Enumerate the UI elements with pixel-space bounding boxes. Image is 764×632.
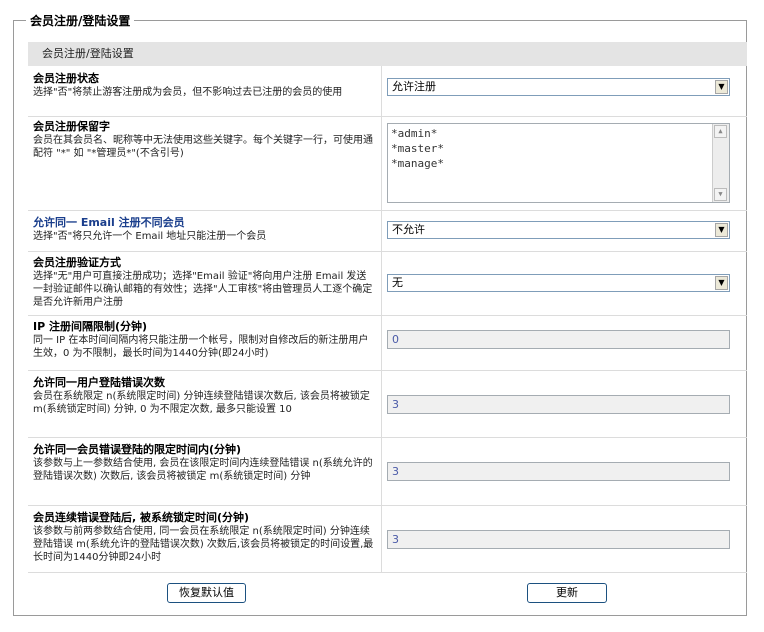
select-value: 允许注册	[392, 80, 436, 93]
scroll-down-icon[interactable]: ▼	[714, 188, 727, 201]
setting-row-verify-method: 会员注册验证方式 选择"无"用户可直接注册成功；选择"Email 验证"将向用户…	[28, 252, 747, 316]
setting-row-error-window: 允许同一会员错误登陆的限定时间内(分钟) 该参数与上一参数结合使用, 会员在该限…	[28, 438, 747, 506]
setting-row-login-errors: 允许同一用户登陆错误次数 会员在系统限定 n(系统限定时间) 分钟连续登陆错误次…	[28, 371, 747, 438]
textarea-scrollbar[interactable]: ▲ ▼	[712, 124, 729, 202]
setting-desc: 该参数与上一参数结合使用, 会员在该限定时间内连续登陆错误 n(系统允许的登陆错…	[33, 458, 373, 482]
register-status-select[interactable]: 允许注册 ▼	[387, 78, 730, 96]
error-window-input[interactable]: 3	[387, 462, 730, 481]
setting-row-lock-time: 会员连续错误登陆后, 被系统锁定时间(分钟) 该参数与前两参数结合使用, 同一会…	[28, 506, 747, 573]
textarea-line: *master*	[391, 142, 444, 155]
reserved-words-textarea[interactable]: *admin* *master* *manage* ▲ ▼	[387, 123, 730, 203]
setting-desc: 同一 IP 在本时间间隔内将只能注册一个帐号，限制对自修改后的新注册用户生效，0…	[33, 335, 369, 359]
setting-title: 会员注册验证方式	[33, 256, 121, 269]
setting-row-reserved-words: 会员注册保留字 会员在其会员名、昵称等中无法使用这些关键字。每个关键字一行，可使…	[28, 117, 747, 211]
reset-defaults-button[interactable]: 恢复默认值	[167, 583, 246, 603]
textarea-line: *manage*	[391, 157, 444, 170]
dropdown-arrow-icon[interactable]: ▼	[715, 223, 728, 237]
dropdown-arrow-icon[interactable]: ▼	[715, 276, 728, 290]
dropdown-arrow-icon[interactable]: ▼	[715, 80, 728, 94]
setting-title: 会员连续错误登陆后, 被系统锁定时间(分钟)	[33, 511, 250, 524]
setting-desc: 会员在其会员名、昵称等中无法使用这些关键字。每个关键字一行，可使用通配符 "*"…	[33, 135, 373, 159]
setting-desc: 选择"否"将禁止游客注册成为会员，但不影响过去已注册的会员的使用	[33, 87, 343, 98]
verify-method-select[interactable]: 无 ▼	[387, 274, 730, 292]
lock-time-input[interactable]: 3	[387, 530, 730, 549]
setting-desc: 选择"无"用户可直接注册成功；选择"Email 验证"将向用户注册 Email …	[33, 271, 373, 308]
select-value: 不允许	[392, 223, 425, 236]
setting-desc: 会员在系统限定 n(系统限定时间) 分钟连续登陆错误次数后, 该会员将被锁定 m…	[33, 391, 370, 415]
ip-interval-input[interactable]: 0	[387, 330, 730, 349]
update-button[interactable]: 更新	[527, 583, 607, 603]
login-errors-input[interactable]: 3	[387, 395, 730, 414]
textarea-line: *admin*	[391, 127, 438, 140]
setting-title: 允许同一用户登陆错误次数	[33, 376, 165, 389]
fieldset-legend: 会员注册/登陆设置	[26, 12, 135, 29]
setting-title: 会员注册保留字	[33, 120, 110, 133]
settings-panel: 会员注册/登陆设置 会员注册状态 选择"否"将禁止游客注册成为会员，但不影响过去…	[28, 42, 747, 573]
email-unique-select[interactable]: 不允许 ▼	[387, 221, 730, 239]
setting-row-email-unique: 允许同一 Email 注册不同会员 选择"否"将只允许一个 Email 地址只能…	[28, 211, 747, 252]
setting-title: 允许同一会员错误登陆的限定时间内(分钟)	[33, 443, 242, 456]
setting-title: IP 注册间隔限制(分钟)	[33, 320, 148, 333]
panel-header: 会员注册/登陆设置	[28, 42, 747, 66]
setting-row-ip-interval: IP 注册间隔限制(分钟) 同一 IP 在本时间间隔内将只能注册一个帐号，限制对…	[28, 316, 747, 371]
setting-title: 允许同一 Email 注册不同会员	[33, 216, 185, 229]
setting-title: 会员注册状态	[33, 72, 99, 85]
select-value: 无	[392, 276, 403, 289]
scroll-up-icon[interactable]: ▲	[714, 125, 727, 138]
setting-desc: 选择"否"将只允许一个 Email 地址只能注册一个会员	[33, 231, 267, 242]
setting-row-register-status: 会员注册状态 选择"否"将禁止游客注册成为会员，但不影响过去已注册的会员的使用 …	[28, 66, 747, 117]
setting-desc: 该参数与前两参数结合使用, 同一会员在系统限定 n(系统限定时间) 分钟连续登陆…	[33, 526, 374, 563]
